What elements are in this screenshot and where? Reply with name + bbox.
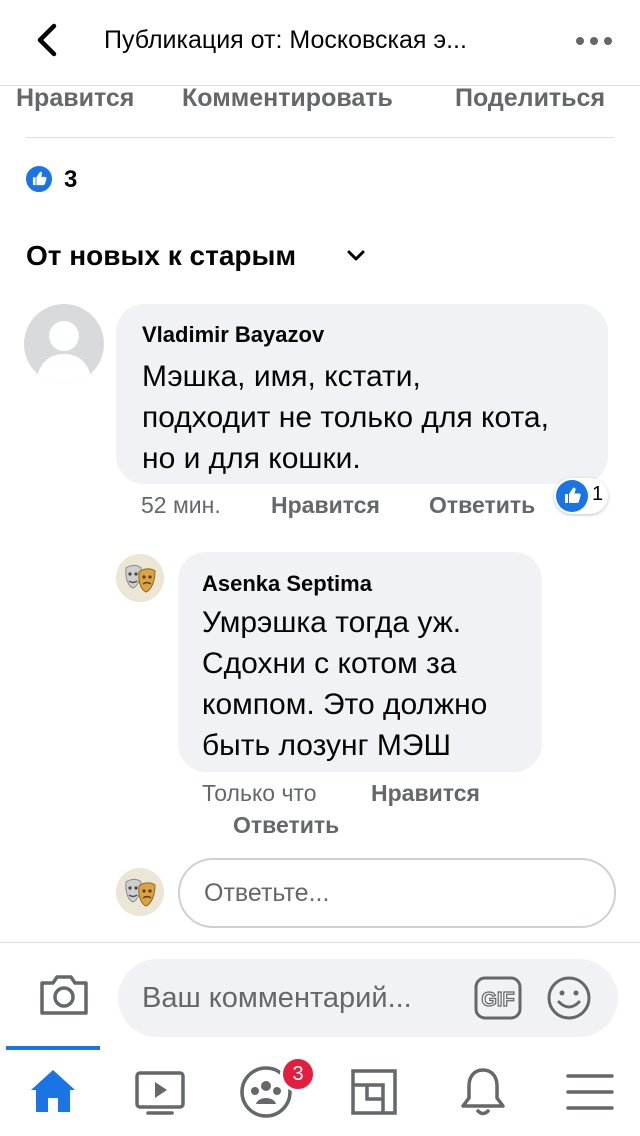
avatar (116, 868, 164, 916)
divider (26, 137, 614, 138)
avatar[interactable] (116, 554, 164, 602)
notification-badge: 3 (280, 1056, 316, 1092)
comment-reply-button[interactable]: Ответить (233, 812, 339, 839)
pages-icon[interactable] (346, 1064, 402, 1120)
svg-text:GIF: GIF (481, 989, 514, 1011)
chevron-left-icon[interactable] (26, 18, 70, 62)
reaction-number: 1 (592, 483, 604, 505)
comment-placeholder: Ваш комментарий... (142, 982, 412, 1014)
more-horizontal-icon[interactable] (574, 36, 614, 46)
comment-text-line: компом. Это должно (202, 688, 488, 721)
comment-text-line: Сдохни с котом за (202, 647, 457, 680)
header: Публикация от: Московская э... (0, 0, 640, 86)
sort-selector[interactable]: От новых к старым (26, 240, 296, 272)
comment-author[interactable]: Asenka Septima (202, 571, 372, 597)
comment-reply-button[interactable]: Ответить (429, 492, 535, 519)
comment-like-button[interactable]: Нравится (371, 780, 480, 807)
menu-icon[interactable] (562, 1064, 618, 1120)
comment-text-line: подходит не только для кота, (142, 401, 549, 434)
comment-text-line: но и для кошки. (142, 442, 361, 475)
default-avatar-icon (36, 321, 92, 384)
theatre-masks-icon (116, 868, 164, 916)
post-actions: Нравится Комментировать Поделиться (0, 84, 640, 124)
comment-text-line: Умрэшка тогда уж. (202, 606, 462, 639)
comment-text-line: Мэшка, имя, кстати, (142, 360, 421, 393)
share-button[interactable]: Поделиться (455, 84, 605, 113)
comment-time: 52 мин. (141, 492, 221, 518)
reply-input[interactable]: Ответьте... (178, 858, 616, 928)
avatar[interactable] (24, 304, 104, 384)
comment-input[interactable]: Ваш комментарий... GIF (118, 959, 618, 1037)
bell-icon[interactable] (455, 1064, 511, 1120)
smiley-icon[interactable] (546, 975, 592, 1021)
comment-button[interactable]: Комментировать (182, 84, 393, 113)
like-button[interactable]: Нравится (16, 84, 134, 113)
chevron-down-icon[interactable] (346, 250, 366, 262)
comment-like-button[interactable]: Нравится (271, 492, 380, 519)
theatre-masks-icon (116, 554, 164, 602)
page-title: Публикация от: Московская э... (104, 26, 467, 54)
home-icon[interactable] (25, 1064, 81, 1120)
like-icon (556, 480, 588, 512)
gif-icon[interactable]: GIF (474, 976, 522, 1020)
like-icon (24, 164, 54, 194)
comment-reaction-count[interactable]: 1 (554, 478, 608, 514)
camera-icon[interactable] (38, 971, 90, 1017)
video-icon[interactable] (132, 1064, 188, 1120)
comment-author[interactable]: Vladimir Bayazov (142, 322, 324, 348)
comment-composer: Ваш комментарий... GIF (0, 942, 640, 1046)
comment-text-line: быть лозунг МЭШ (202, 729, 451, 762)
reaction-count: 3 (64, 166, 78, 193)
active-tab-indicator (6, 1046, 100, 1050)
comment-time: Только что (202, 780, 317, 806)
tab-bar: 3 (0, 1046, 640, 1136)
reply-placeholder: Ответьте... (204, 879, 330, 907)
